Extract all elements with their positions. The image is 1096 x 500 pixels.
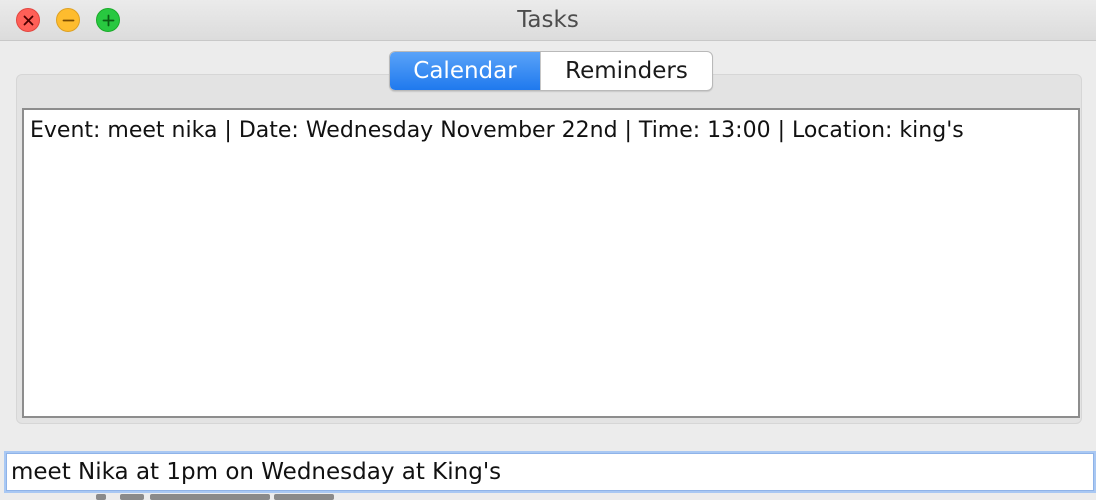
title-bar[interactable]: Tasks: [0, 0, 1096, 41]
calendar-event-entry: Event: meet nika | Date: Wednesday Novem…: [30, 118, 964, 143]
close-button[interactable]: [16, 8, 40, 32]
minimize-button[interactable]: [56, 8, 80, 32]
tab-bar: Calendar Reminders: [389, 51, 713, 91]
tab-calendar[interactable]: Calendar: [390, 52, 540, 90]
close-icon: [23, 15, 34, 26]
background-window-fragment: [90, 493, 340, 500]
calendar-event-list[interactable]: Event: meet nika | Date: Wednesday Novem…: [22, 108, 1080, 418]
tab-reminders[interactable]: Reminders: [540, 52, 712, 90]
window-title: Tasks: [517, 7, 579, 33]
maximize-button[interactable]: [96, 8, 120, 32]
tasks-window: Tasks Calendar Reminders Event: meet nik…: [0, 0, 1096, 500]
command-input[interactable]: [6, 453, 1094, 491]
minimize-icon: [62, 19, 75, 22]
maximize-icon: [102, 14, 115, 27]
